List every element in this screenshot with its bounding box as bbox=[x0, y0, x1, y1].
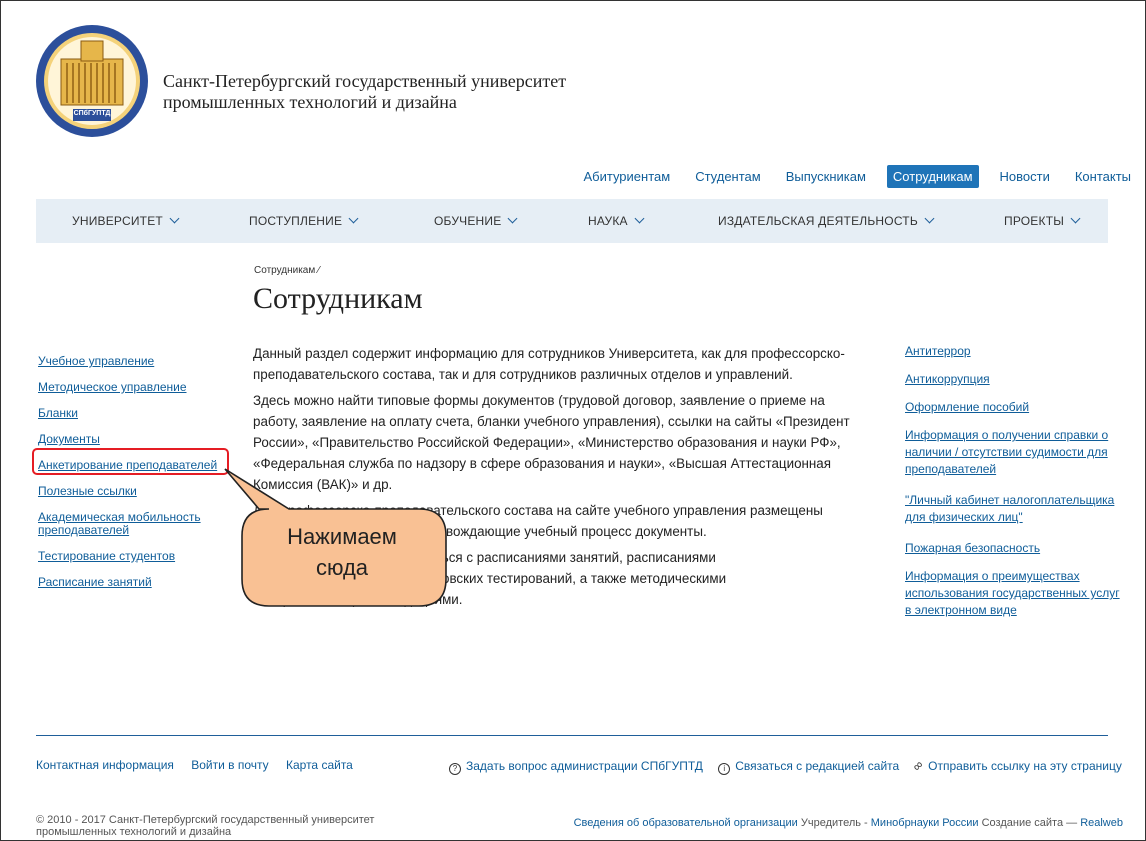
sidebar-item-academic-office[interactable]: Учебное управление bbox=[38, 355, 154, 368]
right-link-fire-safety[interactable]: Пожарная безопасность bbox=[905, 540, 1125, 557]
right-link-criminal-record-line2[interactable]: наличии / отсутствии судимости для bbox=[905, 444, 1125, 461]
university-name[interactable]: Санкт-Петербургский государственный унив… bbox=[163, 71, 566, 113]
copyright: © 2010 - 2017 Санкт-Петербургский госуда… bbox=[36, 814, 396, 838]
page-title: Сотрудникам bbox=[253, 282, 423, 315]
highlight-box bbox=[32, 448, 229, 475]
sidebar-item-student-testing[interactable]: Тестирование студентов bbox=[38, 550, 175, 563]
sidebar-item-academic-mobility-line2[interactable]: преподавателей bbox=[38, 524, 129, 537]
footer-bottom: Сведения об образовательной организации … bbox=[574, 817, 1123, 829]
footer-ask-link[interactable]: Задать вопрос администрации СПбГУПТД bbox=[466, 759, 703, 773]
mainnav-education-label: ОБУЧЕНИЕ bbox=[434, 214, 502, 228]
chevron-down-icon bbox=[169, 213, 180, 224]
content-line: Данный раздел содержит информацию для со… bbox=[253, 346, 845, 361]
mainnav-university-label: УНИВЕРСИТЕТ bbox=[72, 214, 163, 228]
university-logo[interactable]: СПбГУПТД bbox=[33, 19, 151, 149]
content-line: преподавательского состава, так и для со… bbox=[253, 367, 793, 382]
sidebar-item-schedule[interactable]: Расписание занятий bbox=[38, 576, 152, 589]
footer-links-right: ? Задать вопрос администрации СПбГУПТД iС… bbox=[449, 756, 1122, 775]
university-name-line1: Санкт-Петербургский государственный унив… bbox=[163, 71, 567, 91]
footer-links-left: Контактная информация Войти в почту Карт… bbox=[36, 758, 353, 772]
mainnav-admission[interactable]: ПОСТУПЛЕНИЕ bbox=[249, 213, 359, 228]
footer-sitemap-link[interactable]: Карта сайта bbox=[286, 758, 353, 772]
edu-info-link[interactable]: Сведения об образовательной организации bbox=[574, 817, 798, 829]
right-link-benefits[interactable]: Оформление пособий bbox=[905, 399, 1125, 416]
mainnav-university[interactable]: УНИВЕРСИТЕТ bbox=[72, 213, 180, 228]
copyright-line1: © 2010 - 2017 Санкт-Петербургский госуда… bbox=[36, 814, 375, 826]
mainnav-science[interactable]: НАУКА bbox=[588, 213, 645, 228]
footer-share-link[interactable]: Отправить ссылку на эту страницу bbox=[928, 759, 1122, 773]
right-link-public-services[interactable]: Информация о преимуществах bbox=[905, 568, 1125, 585]
right-link-anticorruption[interactable]: Антикоррупция bbox=[905, 371, 1125, 388]
right-link-taxpayer-cabinet[interactable]: "Личный кабинет налогоплательщика bbox=[905, 492, 1125, 509]
founder-label: Учредитель - bbox=[800, 817, 868, 829]
content-line: «Федеральная служба по надзору в сфере о… bbox=[253, 456, 831, 471]
university-name-line2: промышленных технологий и дизайна bbox=[163, 92, 457, 112]
sidebar-item-methodical-office[interactable]: Методическое управление bbox=[38, 381, 187, 394]
callout-line1: Нажимаем bbox=[287, 524, 397, 549]
right-link-antiterror[interactable]: Антитеррор bbox=[905, 343, 1125, 360]
chevron-down-icon bbox=[1070, 213, 1081, 224]
content-line: Для профессорско-преподавательского сост… bbox=[253, 503, 823, 518]
founder-link[interactable]: Минобрнауки России bbox=[871, 817, 979, 829]
right-link-public-services-line2[interactable]: использования государственных услуг bbox=[905, 585, 1125, 602]
info-icon: i bbox=[718, 763, 731, 775]
copyright-line2: промышленных технологий и дизайна bbox=[36, 826, 232, 838]
chevron-down-icon bbox=[924, 213, 935, 224]
topnav-contacts[interactable]: Контакты bbox=[1071, 166, 1135, 187]
right-link-public-services-line3[interactable]: в электронном виде bbox=[905, 602, 1125, 619]
content-paragraph: Здесь можно найти типовые формы документ… bbox=[253, 390, 873, 495]
chevron-down-icon bbox=[508, 213, 518, 224]
footer-contact-editors-link[interactable]: Связаться с редакцией сайта bbox=[735, 759, 899, 773]
question-icon: ? bbox=[449, 763, 461, 775]
creator-link[interactable]: Realweb bbox=[1080, 817, 1123, 829]
callout-line2: сюда bbox=[315, 555, 369, 580]
right-link-criminal-record-line3[interactable]: преподавателей bbox=[905, 461, 1125, 478]
logo-text: СПбГУПТД bbox=[73, 110, 111, 117]
footer-mail-link[interactable]: Войти в почту bbox=[191, 758, 268, 772]
topnav-applicants[interactable]: Абитуриентам bbox=[579, 166, 674, 187]
content-line: материалами и рекомендациями. bbox=[253, 592, 463, 607]
right-link-taxpayer-cabinet-line2[interactable]: для физических лиц" bbox=[905, 509, 1125, 526]
mainnav-projects-label: ПРОЕКТЫ bbox=[1004, 214, 1065, 228]
link-icon: ∞ bbox=[908, 756, 926, 775]
breadcrumb[interactable]: Сотрудникам ⁄ bbox=[254, 265, 320, 276]
topnav-students[interactable]: Студентам bbox=[691, 166, 765, 187]
sidebar-item-forms[interactable]: Бланки bbox=[38, 407, 78, 420]
topnav-news[interactable]: Новости bbox=[996, 166, 1054, 187]
mainnav-education[interactable]: ОБУЧЕНИЕ bbox=[434, 213, 518, 228]
chevron-down-icon bbox=[348, 213, 359, 224]
mainnav-publishing-label: ИЗДАТЕЛЬСКАЯ ДЕЯТЕЛЬНОСТЬ bbox=[718, 214, 918, 228]
content-paragraph: Данный раздел содержит информацию для со… bbox=[253, 343, 873, 385]
top-navigation: Абитуриентам Студентам Выпускникам Сотру… bbox=[562, 165, 1135, 188]
callout-text: Нажимаем сюда bbox=[244, 521, 440, 583]
mainnav-publishing[interactable]: ИЗДАТЕЛЬСКАЯ ДЕЯТЕЛЬНОСТЬ bbox=[718, 213, 935, 228]
right-link-criminal-record[interactable]: Информация о получении справки о bbox=[905, 427, 1125, 444]
sidebar-item-useful-links[interactable]: Полезные ссылки bbox=[38, 485, 137, 498]
mainnav-projects[interactable]: ПРОЕКТЫ bbox=[1004, 213, 1081, 228]
mainnav-science-label: НАУКА bbox=[588, 214, 628, 228]
content-line: работу, заявление на оплату счета, бланк… bbox=[253, 414, 850, 429]
created-label: Создание сайта — bbox=[981, 817, 1078, 829]
topnav-graduates[interactable]: Выпускникам bbox=[782, 166, 870, 187]
footer-contacts-link[interactable]: Контактная информация bbox=[36, 758, 174, 772]
footer-divider bbox=[36, 735, 1108, 736]
content-line: Комиссия (ВАК)» и др. bbox=[253, 477, 393, 492]
main-navigation: УНИВЕРСИТЕТ ПОСТУПЛЕНИЕ ОБУЧЕНИЕ НАУКА И… bbox=[36, 199, 1108, 243]
content-line: России», «Правительство Российской Федер… bbox=[253, 435, 841, 450]
chevron-down-icon bbox=[634, 213, 645, 224]
mainnav-admission-label: ПОСТУПЛЕНИЕ bbox=[249, 214, 343, 228]
content-line: Здесь можно найти типовые формы документ… bbox=[253, 393, 825, 408]
sidebar-item-documents[interactable]: Документы bbox=[38, 433, 100, 446]
topnav-staff[interactable]: Сотрудникам bbox=[886, 165, 979, 188]
